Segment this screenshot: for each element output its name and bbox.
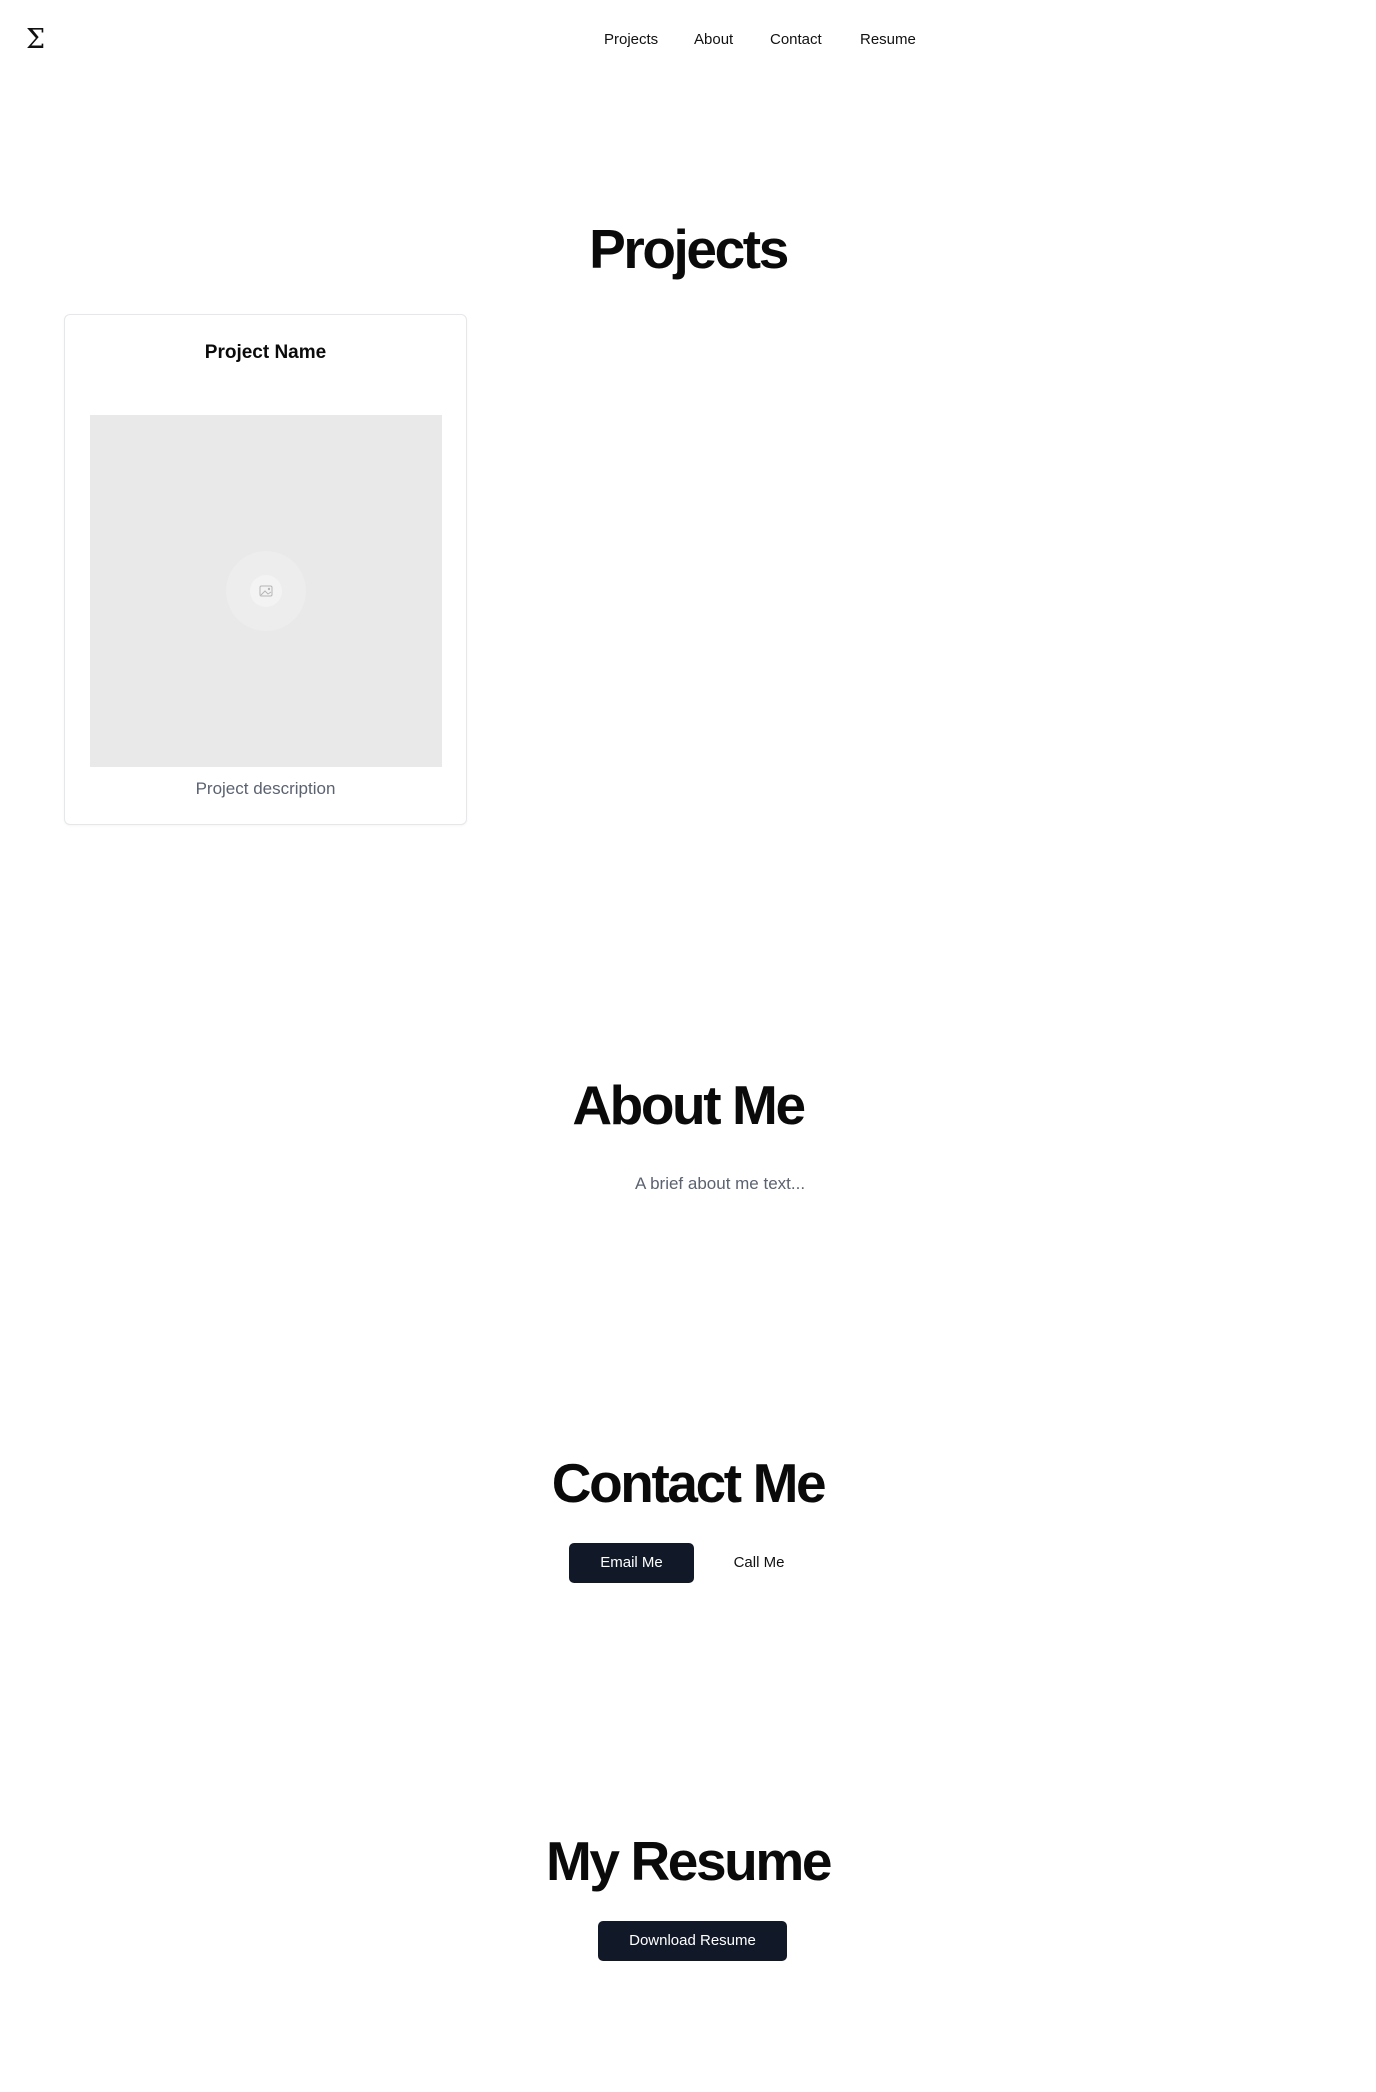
nav-link-contact[interactable]: Contact xyxy=(770,30,822,50)
download-resume-button[interactable]: Download Resume xyxy=(598,1921,787,1961)
projects-heading: Projects xyxy=(589,218,789,280)
project-name: Project Name xyxy=(204,342,327,363)
about-text: A brief about me text... xyxy=(634,1174,806,1193)
resume-heading: My Resume xyxy=(545,1830,832,1892)
about-heading: About Me xyxy=(572,1074,806,1136)
image-placeholder-icon xyxy=(226,551,306,631)
project-description: Project description xyxy=(195,779,336,798)
site-header: Σ Projects About Contact Resume xyxy=(0,0,1376,80)
nav-link-about[interactable]: About xyxy=(694,30,733,50)
portfolio-page: Σ Projects About Contact Resume Projects… xyxy=(0,0,1376,2092)
nav-link-resume[interactable]: Resume xyxy=(860,30,916,50)
contact-heading: Contact Me xyxy=(551,1452,827,1514)
call-me-button[interactable]: Call Me xyxy=(718,1543,800,1583)
email-me-button[interactable]: Email Me xyxy=(569,1543,694,1583)
logo[interactable]: Σ xyxy=(26,22,45,58)
project-image-placeholder xyxy=(90,415,442,767)
project-card[interactable]: Project Name Project description xyxy=(64,314,467,825)
nav-link-projects[interactable]: Projects xyxy=(604,30,658,50)
